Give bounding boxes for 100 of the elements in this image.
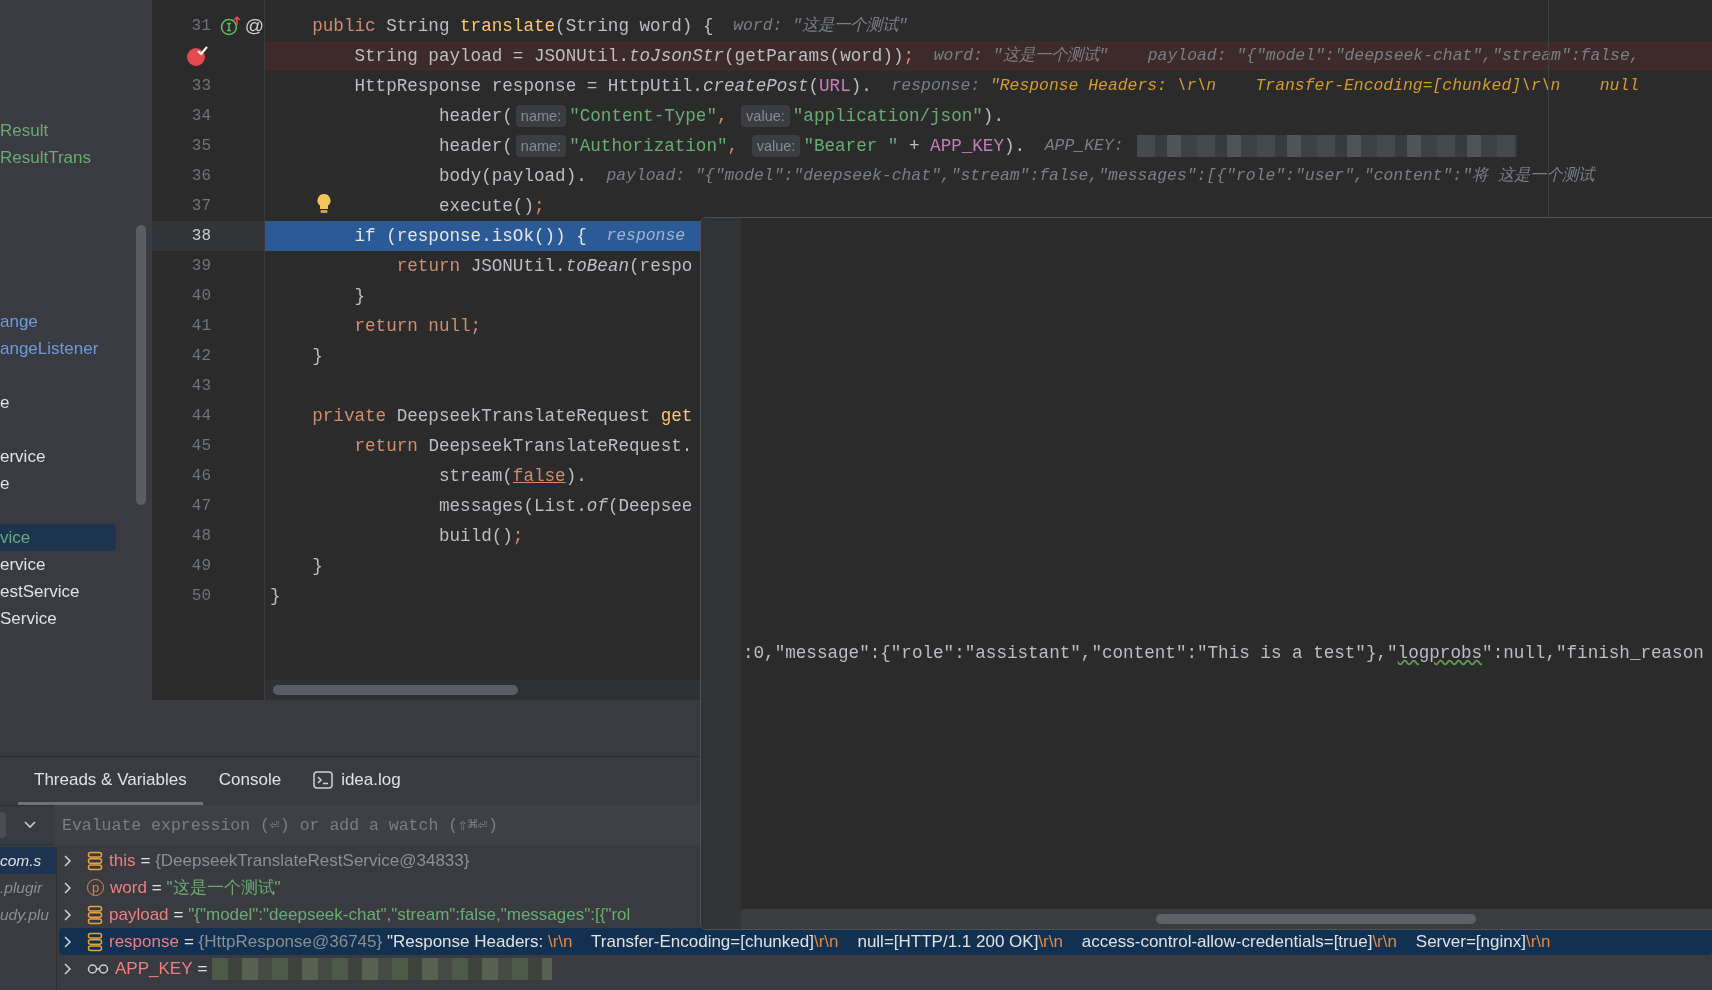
stack-frame[interactable]: com.s: [0, 847, 56, 874]
variable-row[interactable]: this = {DeepseekTranslateRestService@34833}: [59, 847, 1712, 874]
line-number: 33: [191, 77, 211, 95]
variable-name: word: [110, 877, 147, 898]
scrollbar-thumb[interactable]: [136, 225, 146, 505]
variable-row[interactable]: p word = "这是一个测试": [59, 874, 1712, 901]
code-text: ;: [470, 315, 482, 338]
chevron-right-icon[interactable]: [63, 961, 73, 976]
code-text: false: [512, 465, 566, 488]
line-number: 43: [191, 377, 211, 395]
variable-row[interactable]: APP_KEY =: [59, 955, 1712, 982]
variable-value: =: [140, 850, 152, 871]
line-number: 50: [191, 587, 211, 605]
code-text: return: [354, 435, 418, 458]
variable-name: APP_KEY: [115, 958, 193, 979]
parameter-hint: value:: [751, 135, 801, 157]
code-text: DeepseekTranslateRequest.: [428, 435, 693, 458]
code-text: ).: [982, 105, 1004, 128]
chevron-right-icon[interactable]: [63, 907, 73, 922]
scrollbar-thumb[interactable]: [1156, 914, 1476, 924]
code-text: body(payload).: [438, 165, 587, 188]
inline-hint: word: "这是一个测试" payload: "{"model":"deepseek-chat","stream":false,: [932, 45, 1640, 67]
tree-item[interactable]: ervice: [0, 443, 116, 470]
code-text: stream(: [438, 465, 513, 488]
code-text: JSONUtil.: [470, 255, 566, 278]
inline-hint: APP_KEY:: [1043, 135, 1124, 157]
scrollbar-thumb[interactable]: [273, 685, 518, 695]
parameter-hint: name:: [515, 105, 567, 127]
code-text: toJsonStr: [629, 45, 724, 68]
variable-row[interactable]: response = {HttpResponse@36745} "Response Headers: \r\n Transfer-Encoding=[chunked]\r\n null=[HTTP/1.1 200 OK]\r\n access-control-allow-credentials=[true]\r\n Server=[nginx]\r\n: [59, 928, 1712, 955]
tree-item[interactable]: ervice: [0, 551, 116, 578]
variable-value: "{"model":"deepseek-chat","stream":false,"messages":[{"rol: [188, 904, 631, 925]
chevron-right-icon[interactable]: [63, 934, 73, 949]
code-text: toBean: [565, 255, 629, 278]
tree-item[interactable]: angeListener: [0, 335, 116, 362]
tree-item[interactable]: e: [0, 389, 116, 416]
code-text: of: [586, 495, 608, 518]
annotation-marker[interactable]: @: [244, 15, 264, 37]
line-number: 47: [191, 497, 211, 515]
variable-value: null=[HTTP/1.1 200 OK]: [856, 931, 1039, 952]
tab[interactable]: idea.log: [297, 757, 417, 805]
line-number: 46: [191, 467, 211, 485]
line-number: 38: [191, 227, 211, 245]
tree-item[interactable]: e: [0, 470, 116, 497]
line-number: 34: [191, 107, 211, 125]
code-text: }: [312, 555, 323, 578]
inline-hint: response: [605, 225, 686, 247]
code-text: String: [386, 15, 451, 38]
tree-item[interactable]: ResultTrans: [0, 144, 116, 171]
variable-value: access-control-allow-credentials=[true]: [1080, 931, 1373, 952]
line-number: 39: [191, 257, 211, 275]
tab[interactable]: Console: [202, 757, 298, 805]
tree-item[interactable]: Service: [0, 605, 116, 632]
code-text: }: [354, 285, 366, 308]
line-number: 48: [191, 527, 211, 545]
code-text: ,: [727, 135, 740, 158]
variable-value: Transfer-Encoding=[chunked]: [590, 931, 814, 952]
parameter-hint: name:: [515, 135, 567, 157]
tree-item[interactable]: estService: [0, 578, 116, 605]
code-text: translate: [460, 15, 556, 38]
line-number: 45: [191, 437, 211, 455]
line-number: 37: [191, 197, 211, 215]
lightbulb-icon[interactable]: [316, 193, 332, 215]
variable-value: "Response Headers:: [385, 931, 545, 952]
variable-value: {DeepseekTranslateRestService@34833}: [155, 850, 470, 871]
inline-hint: response:: [890, 75, 982, 97]
variable-name: payload: [109, 904, 169, 925]
code-text: return: [396, 255, 461, 278]
code-text: header(: [438, 105, 513, 128]
variable-value: \r\n: [1038, 931, 1063, 952]
variable-row[interactable]: payload = "{"model":"deepseek-chat","stream":false,"messages":[{"rol: [59, 901, 1712, 928]
code-text: URL: [819, 75, 851, 98]
line-number: 49: [191, 557, 211, 575]
code-text: if: [354, 225, 376, 248]
tree-item[interactable]: Result: [0, 117, 116, 144]
variable-name: response: [109, 931, 179, 952]
chevron-down-icon[interactable]: [23, 820, 37, 830]
line-number: 42: [191, 347, 211, 365]
variable-value: =: [197, 958, 209, 979]
marker-icon[interactable]: [219, 15, 242, 37]
variable-value: Server=[nginx]: [1414, 931, 1526, 952]
code-text: (: [808, 75, 820, 98]
variable-value: =: [183, 931, 195, 952]
code-text: build(): [438, 525, 513, 548]
line-number: 44: [191, 407, 211, 425]
code-text: ).: [850, 75, 872, 98]
chevron-right-icon[interactable]: [63, 853, 73, 868]
tree-item[interactable]: ange: [0, 308, 116, 335]
variable-value: \r\n: [1525, 931, 1551, 952]
breakpoint-icon[interactable]: [186, 45, 208, 67]
code-text: (response.isOk()) {: [386, 225, 587, 248]
code-text: (Deepsee: [607, 495, 693, 518]
tree-item[interactable]: vice: [0, 524, 116, 551]
code-text: +: [908, 135, 921, 158]
chevron-right-icon[interactable]: [63, 880, 73, 895]
response-text: logprobs: [1397, 643, 1483, 663]
code-text: ;: [903, 45, 915, 68]
code-text: DeepseekTranslateRequest: [396, 405, 652, 428]
code-text: ;: [534, 195, 545, 218]
code-text: ).: [1004, 135, 1026, 158]
